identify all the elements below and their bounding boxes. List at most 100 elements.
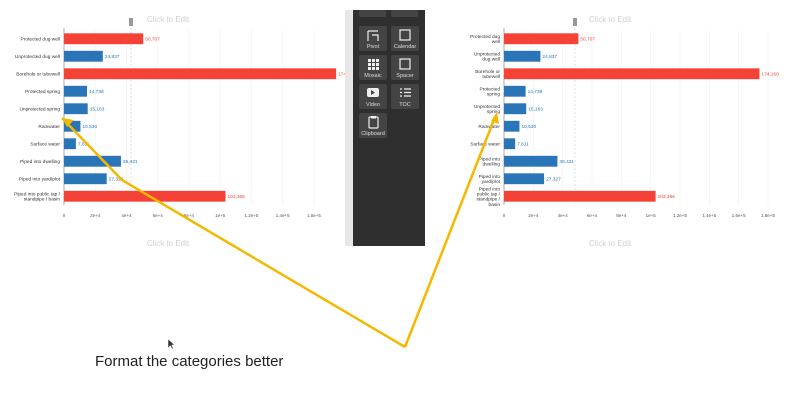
data-label: 24,837 [542, 54, 557, 60]
data-label: 103,366 [228, 194, 246, 200]
video-icon [367, 88, 379, 97]
toc-button[interactable]: TOC [391, 84, 419, 109]
video-label: Video [366, 102, 380, 108]
x-tick-label: 4e+4 [558, 213, 569, 218]
bar[interactable] [504, 50, 541, 62]
reference-line-handle[interactable] [129, 18, 133, 26]
category-label: Borehole or tubewell [475, 69, 500, 80]
bar[interactable] [64, 85, 88, 97]
x-tick-label: 8e+4 [616, 213, 627, 218]
category-label: Protected spring [25, 89, 60, 95]
x-tick-label: 6e+4 [587, 213, 598, 218]
chart-left-edit-hint-top[interactable]: Click to Edit [147, 15, 190, 24]
toc-label: TOC [399, 102, 411, 108]
data-label: 10,530 [82, 124, 97, 130]
screenshot-canvas: 0 2e+4 4e+4 6e+4 8e+4 1e+5 1.2e+5 1.4e+5 1.6e+5 5… [14, 10, 779, 349]
bar[interactable] [504, 103, 527, 115]
x-tick-label: 2e+4 [528, 213, 539, 218]
data-label: 36,431 [559, 159, 574, 165]
data-label: 15,163 [528, 107, 543, 113]
chart-right-edit-hint-bottom[interactable]: Click to Edit [589, 239, 632, 248]
clipboard-button[interactable]: Clipboard [359, 113, 387, 138]
category-label: Unprotected dug well [474, 51, 500, 62]
data-label: 14,738 [89, 89, 104, 95]
chart-left[interactable]: 0 2e+4 4e+4 6e+4 8e+4 1e+5 1.2e+5 1.4e+5 1.6e+55… [14, 18, 356, 218]
data-label: 36,431 [123, 159, 138, 165]
category-label: Piped into public tap / standpipe / basin [477, 186, 501, 208]
mosaic-button[interactable]: Mosaic [359, 55, 387, 80]
insert-toolbar-panel: Pivot Calendar Mosaic Spacer Video TOC C… [345, 10, 425, 246]
clipboard-label: Clipboard [361, 131, 385, 137]
bar[interactable] [504, 85, 526, 97]
category-label: Surface water [30, 142, 60, 148]
bar[interactable] [504, 68, 760, 80]
annotation-arrows [61, 112, 499, 349]
calendar-button[interactable]: Calendar [391, 26, 419, 51]
x-tick-label: 1.2e+5 [245, 213, 259, 218]
data-label: 7,611 [517, 142, 529, 148]
category-label: Unprotected spring [19, 107, 60, 113]
chart-right[interactable]: 0 2e+4 4e+4 6e+4 8e+4 1e+5 1.2e+5 1.4e+5 1.6e+5 1… [470, 18, 779, 218]
bar[interactable] [64, 103, 88, 115]
data-label: 24,837 [105, 54, 120, 60]
calendar-label: Calendar [394, 44, 416, 50]
x-tick-label: 1.2e+5 [673, 213, 687, 218]
data-label: 174,160 [761, 72, 779, 78]
spacer-button[interactable]: Spacer [391, 55, 419, 80]
bar[interactable] [64, 138, 76, 150]
x-tick-label: 1e+5 [646, 213, 657, 218]
x-tick-label: 1e+5 [215, 213, 226, 218]
category-label: Unprotected dug well [15, 54, 60, 60]
data-label: 50,707 [145, 37, 160, 43]
x-tick-label: 4e+4 [121, 213, 132, 218]
bar[interactable] [64, 50, 103, 62]
data-label: 15,163 [90, 107, 105, 113]
pivot-button[interactable]: Pivot [359, 26, 387, 51]
x-tick-label: 1.6e+5 [732, 213, 746, 218]
mosaic-icon [368, 59, 379, 70]
data-label: 10,530 [521, 124, 536, 130]
category-label: Piped into dwelling [20, 159, 60, 165]
category-label: Piped into dwelling [479, 156, 501, 167]
x-tick-label: 1.4e+5 [276, 213, 290, 218]
bar[interactable] [504, 33, 579, 45]
category-label: Borehole or tubewell [16, 72, 60, 78]
data-label: 103,366 [658, 194, 676, 200]
toolbar-button-partial-2[interactable] [391, 10, 418, 17]
mosaic-label: Mosaic [364, 73, 382, 79]
x-tick-label: 1.4e+5 [702, 213, 716, 218]
chart-left-edit-hint-bottom[interactable]: Click to Edit [147, 239, 190, 248]
bar[interactable] [64, 155, 121, 167]
category-label: Piped into yard/plot [479, 174, 501, 185]
bar[interactable] [64, 33, 144, 45]
data-label: 14,738 [528, 89, 543, 95]
x-tick-label: 2e+4 [90, 213, 101, 218]
category-label: Piped into public tap / standpipe / basin [14, 191, 61, 202]
pivot-label: Pivot [367, 44, 380, 50]
bar[interactable] [504, 155, 558, 167]
reference-line-handle[interactable] [573, 18, 577, 26]
bar[interactable] [504, 138, 516, 150]
bar[interactable] [64, 173, 107, 185]
x-tick-label: 1.8e+5 [761, 213, 775, 218]
x-tick-label: 1.6e+5 [307, 213, 321, 218]
annotation-caption: Format the categories better [95, 353, 284, 370]
spacer-label: Spacer [396, 73, 414, 79]
data-label: 27,327 [546, 177, 561, 183]
mouse-cursor-icon [167, 338, 175, 350]
bar[interactable] [504, 190, 656, 202]
x-tick-label: 6e+4 [153, 213, 164, 218]
bar[interactable] [504, 173, 545, 185]
category-label: Protected dug well [21, 37, 60, 43]
x-tick-label: 0 [63, 213, 66, 218]
data-label: 50,707 [580, 37, 595, 43]
bar[interactable] [504, 120, 520, 132]
category-label: Protected spring [479, 86, 500, 97]
video-button[interactable]: Video [359, 84, 387, 109]
toolbar-shadow [345, 10, 353, 246]
category-label: Piped into yard/plot [19, 177, 61, 183]
bar[interactable] [64, 68, 337, 80]
chart-right-edit-hint-top[interactable]: Click to Edit [589, 15, 632, 24]
toolbar-button-partial-1[interactable] [359, 10, 386, 17]
category-label: Protected dug well [470, 34, 500, 45]
